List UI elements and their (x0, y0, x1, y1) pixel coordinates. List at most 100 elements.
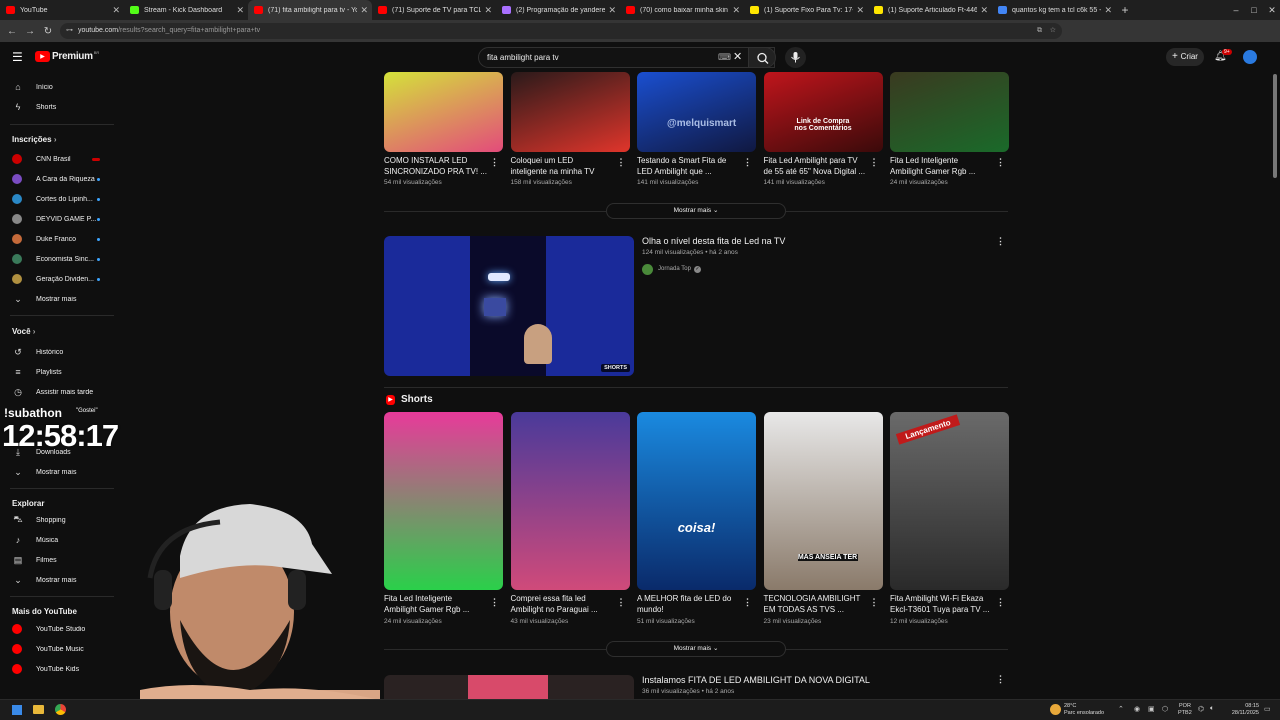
youtube-logo[interactable]: ▶ Premium BR (35, 50, 99, 62)
video-title[interactable]: Fita Led Inteligente Ambilight Gamer Rgb … (890, 155, 995, 177)
sidebar-item-home[interactable]: ⌂ Início (0, 77, 120, 97)
video-thumbnail[interactable] (384, 72, 503, 152)
sidebar-item-watch-later[interactable]: ◷ Assistir mais tarde (0, 382, 120, 402)
tray-app-icon[interactable]: ⬡ (1162, 705, 1168, 713)
maximize-icon[interactable]: □ (1246, 0, 1262, 20)
video-thumbnail[interactable]: Lançamento (890, 412, 1009, 590)
video-title[interactable]: COMO INSTALAR LED SINCRONIZADO PRA TV! ..… (384, 155, 489, 177)
video-title[interactable]: TECNOLOGIA AMBILIGHT EM TODAS AS TVS ... (764, 593, 869, 615)
keyboard-icon[interactable]: ⌨ (718, 52, 731, 63)
sidebar-item-films[interactable]: ▤ Filmes (0, 550, 120, 570)
browser-tab[interactable]: (71) fita ambilight para tv - You ✕ (248, 0, 372, 20)
back-icon[interactable]: ← (3, 26, 21, 37)
sidebar-item-subscription[interactable]: CNN Brasil (0, 149, 120, 169)
video-thumbnail[interactable] (384, 412, 503, 590)
sidebar-show-more[interactable]: ⌄ Mostrar mais (0, 462, 120, 482)
volume-icon[interactable]: 🔈︎ (1210, 705, 1214, 713)
minimize-icon[interactable]: – (1228, 0, 1244, 20)
clear-search-icon[interactable]: ✕ (733, 50, 742, 63)
install-icon[interactable]: ⧉ (1037, 23, 1042, 39)
you-heading[interactable]: Você › (12, 327, 35, 336)
more-options-icon[interactable]: ⋮ (870, 157, 879, 168)
more-options-icon[interactable]: ⋮ (996, 236, 1005, 247)
network-icon[interactable]: ⌬ (1198, 705, 1204, 713)
sidebar-item-subscription[interactable]: A Cara da Riqueza (0, 169, 120, 189)
show-more-button[interactable]: Mostrar mais ⌄ (606, 203, 786, 219)
video-thumbnail[interactable]: Link de Compra nos Comentários (763, 72, 883, 152)
tray-chevron-icon[interactable]: ⌃ (1118, 705, 1124, 713)
url-field[interactable]: ⊶ youtube.com/results?search_query=fita+… (60, 23, 1062, 39)
tab-close-icon[interactable]: ✕ (360, 5, 368, 16)
sidebar-item-shopping[interactable]: ⛍ Shopping (0, 510, 120, 530)
notification-center-icon[interactable]: ▭ (1264, 705, 1271, 713)
tab-close-icon[interactable]: ✕ (608, 5, 616, 16)
subscriptions-heading[interactable]: Inscrições › (12, 135, 56, 144)
site-info-icon[interactable]: ⊶ (66, 23, 73, 39)
sidebar-item-shorts[interactable]: ϟ Shorts (0, 97, 120, 117)
more-options-icon[interactable]: ⋮ (996, 157, 1005, 168)
video-title[interactable]: Olha o nível desta fita de Led na TV (642, 236, 785, 246)
more-options-icon[interactable]: ⋮ (490, 157, 499, 168)
close-window-icon[interactable]: ✕ (1264, 0, 1280, 20)
browser-tab[interactable]: quantos kg tem a tcl c6k 55 - P ✕ (992, 0, 1116, 20)
video-title[interactable]: Fita Ambilight Wi-Fi Ekaza Ekcl-T3601 Tuy… (890, 593, 995, 615)
account-avatar[interactable] (1243, 50, 1257, 64)
page-scrollbar-thumb[interactable] (1273, 74, 1277, 178)
keyboard-language[interactable]: POR (1179, 703, 1191, 710)
sidebar-item-youtube-kids[interactable]: YouTube Kids (0, 659, 120, 679)
browser-tab[interactable]: (1) Suporte Fixo Para Tv: 17-70 ✕ (744, 0, 868, 20)
more-options-icon[interactable]: ⋮ (617, 597, 626, 608)
tab-close-icon[interactable]: ✕ (112, 5, 120, 16)
sidebar-item-music[interactable]: ♪ Música (0, 530, 120, 550)
video-thumbnail[interactable] (510, 412, 630, 590)
sidebar-show-more[interactable]: ⌄ Mostrar mais (0, 570, 120, 590)
browser-tab[interactable]: Stream - Kick Dashboard ✕ (124, 0, 248, 20)
weather-icon[interactable] (1050, 704, 1061, 715)
video-thumbnail[interactable] (510, 72, 630, 152)
video-thumbnail[interactable] (384, 675, 634, 699)
clock-time[interactable]: 08:15 (1229, 703, 1259, 710)
search-button[interactable] (748, 47, 776, 68)
tray-app-icon[interactable]: ◉ (1134, 705, 1140, 713)
browser-tab[interactable]: (70) como baixar minha skin do ✕ (620, 0, 744, 20)
video-thumbnail[interactable]: SHORTS (384, 236, 634, 376)
tray-app-icon[interactable]: ▣ (1148, 705, 1155, 713)
sidebar-item-subscription[interactable]: Cortes do Lipinh... (0, 189, 120, 209)
browser-tab[interactable]: (2) Programação de yandereer ✕ (496, 0, 620, 20)
voice-search-button[interactable] (785, 47, 806, 68)
tab-close-icon[interactable]: ✕ (236, 5, 244, 16)
video-title[interactable]: Fita Led Inteligente Ambilight Gamer Rgb … (384, 593, 489, 615)
tab-close-icon[interactable]: ✕ (856, 5, 864, 16)
video-thumbnail[interactable]: MAS ANSEIA TER (763, 412, 883, 590)
browser-tab[interactable]: (1) Suporte Articulado Ft-446 t ✕ (868, 0, 992, 20)
video-thumbnail[interactable]: @melquismart (637, 72, 756, 152)
create-button[interactable]: + Criar (1166, 48, 1204, 66)
browser-tab[interactable]: YouTube ✕ (0, 0, 124, 20)
sidebar-item-youtube-studio[interactable]: YouTube Studio (0, 619, 120, 639)
more-options-icon[interactable]: ⋮ (743, 597, 752, 608)
hamburger-menu-icon[interactable]: ☰ (12, 50, 23, 64)
video-thumbnail[interactable]: coisa! (637, 412, 756, 590)
video-title[interactable]: Instalamos FITA DE LED AMBILIGHT DA NOVA… (642, 675, 870, 685)
sidebar-item-playlists[interactable]: ≡ Playlists (0, 362, 120, 382)
sidebar-show-more[interactable]: ⌄ Mostrar mais (0, 289, 120, 309)
more-options-icon[interactable]: ⋮ (617, 157, 626, 168)
new-tab-button[interactable]: + (1116, 0, 1134, 20)
sidebar-item-youtube-music[interactable]: YouTube Music (0, 639, 120, 659)
channel-name[interactable]: Jornada Top (658, 266, 691, 272)
windows-start-icon[interactable] (12, 705, 22, 715)
sidebar-item-subscription[interactable]: Economista Sinc... (0, 249, 120, 269)
forward-icon[interactable]: → (21, 26, 39, 37)
video-title[interactable]: Coloquei um LED inteligente na minha TV (511, 155, 616, 177)
chrome-icon[interactable] (55, 704, 66, 715)
more-options-icon[interactable]: ⋮ (996, 597, 1005, 608)
reload-icon[interactable]: ↻ (39, 26, 57, 37)
browser-tab[interactable]: (71) Suporte de TV para TCL C6✕ (372, 0, 496, 20)
sidebar-item-history[interactable]: ↺ Histórico (0, 342, 120, 362)
video-title[interactable]: A MELHOR fita de LED do mundo! (637, 593, 742, 615)
video-title[interactable]: Testando a Smart Fita de LED Ambilight qu… (637, 155, 742, 177)
tab-close-icon[interactable]: ✕ (1104, 5, 1112, 16)
show-more-button[interactable]: Mostrar mais ⌄ (606, 641, 786, 657)
more-options-icon[interactable]: ⋮ (743, 157, 752, 168)
video-title[interactable]: Comprei essa fita led Ambilight no Paragu… (511, 593, 616, 615)
